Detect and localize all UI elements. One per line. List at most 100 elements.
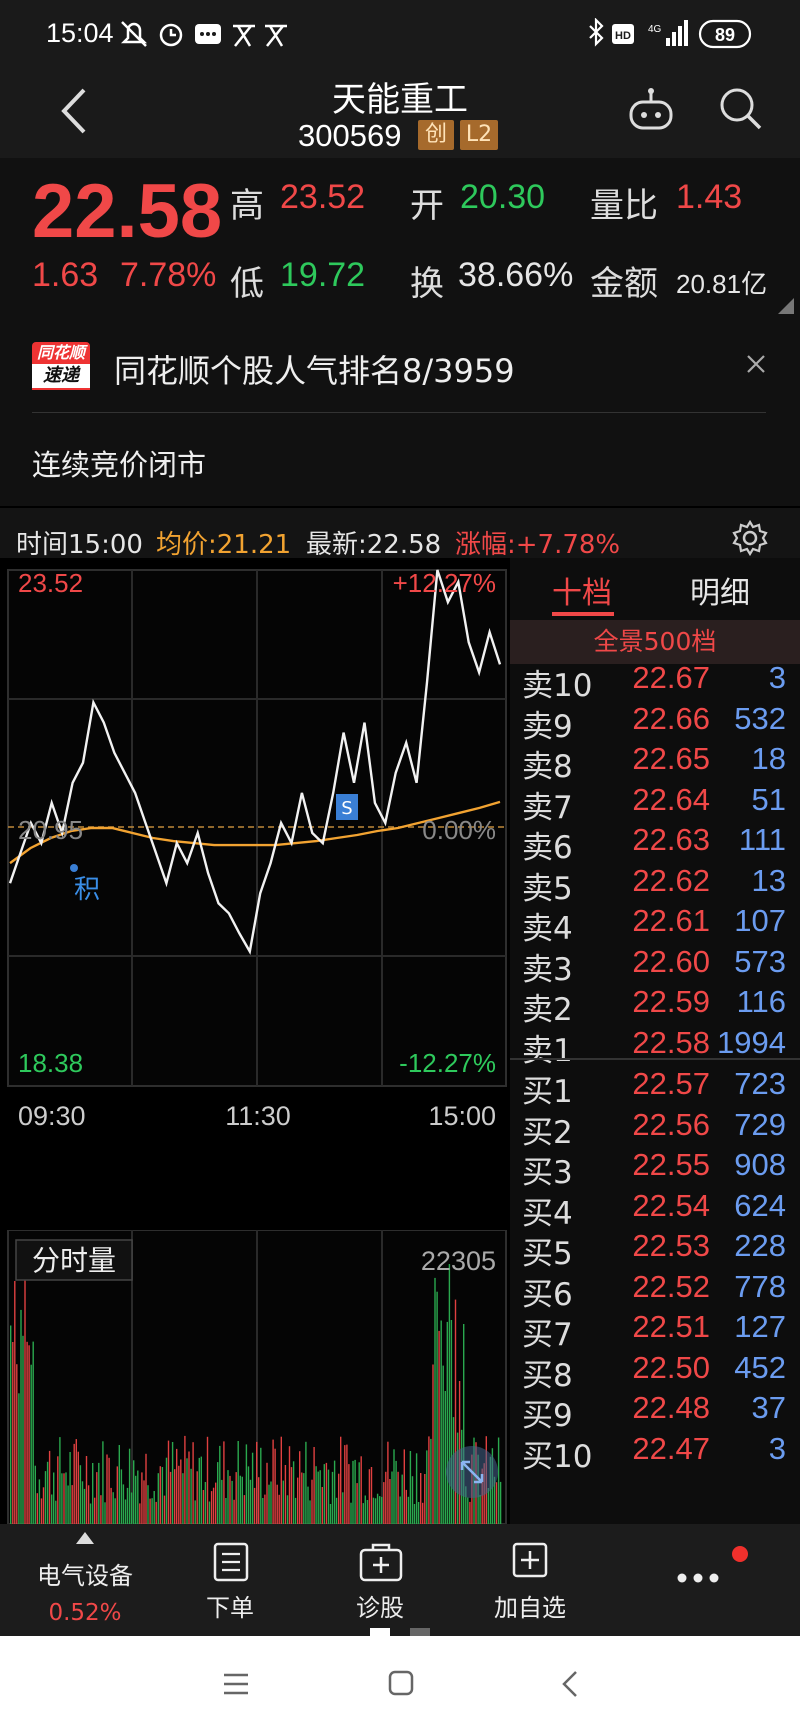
price-chart[interactable]: 23.52 20.95 18.38 +12.27% 0.00% -12.27% …	[0, 558, 510, 1126]
news-headline[interactable]: 同花顺个股人气排名8/3959	[114, 346, 515, 392]
volume-bar	[368, 1469, 371, 1524]
settings-gear-icon[interactable]	[732, 520, 768, 556]
ask-row[interactable]: 卖5 22.62 13	[510, 863, 800, 907]
volume-bar	[65, 1472, 67, 1524]
bid-row[interactable]: 买8 22.50 452	[510, 1350, 800, 1394]
bid-level-label: 买7	[522, 1317, 573, 1353]
volume-chart[interactable]: 分时量 22305	[0, 1230, 510, 1524]
volume-bar	[182, 1473, 184, 1524]
menu-icon[interactable]	[222, 1672, 250, 1696]
volume-bar	[186, 1458, 188, 1524]
order-label: 下单	[206, 1594, 254, 1622]
volume-bar	[20, 1309, 22, 1524]
sector-button[interactable]: 电气设备 0.52%	[0, 1524, 170, 1636]
bid-row[interactable]: 买6 22.52 778	[510, 1268, 800, 1313]
volume-bar	[36, 1493, 38, 1524]
search-icon[interactable]	[718, 86, 764, 132]
volume-bar	[348, 1464, 350, 1524]
volume-ratio-label: 量比	[590, 186, 658, 226]
volume-bar	[305, 1441, 307, 1524]
bid-row[interactable]: 买3 22.55 908	[510, 1147, 800, 1191]
info-avg: 均价:21.21	[156, 530, 292, 560]
volume-bar	[104, 1502, 106, 1524]
volume-bar	[487, 1488, 489, 1524]
accumulate-marker[interactable]: 积	[74, 875, 100, 905]
bid-row[interactable]: 买5 22.53 228	[510, 1228, 800, 1272]
home-icon[interactable]	[388, 1670, 414, 1696]
volume-bar	[282, 1480, 284, 1524]
ask-row[interactable]: 卖3 22.60 573	[510, 943, 800, 988]
bid-row[interactable]: 买1 22.57 723	[510, 1066, 800, 1110]
volume-bar	[32, 1341, 34, 1524]
volume-bar	[46, 1461, 49, 1524]
volume-bar	[356, 1483, 358, 1524]
ask-volume: 1994	[717, 1024, 786, 1060]
volume-bar	[163, 1495, 166, 1524]
volume-bar	[243, 1495, 246, 1524]
bid-price: 22.56	[632, 1106, 710, 1142]
tab-detail[interactable]: 明细	[690, 568, 750, 612]
volume-bar	[407, 1496, 410, 1524]
volume-bar	[374, 1498, 377, 1524]
ask-row[interactable]: 卖8 22.65 18	[510, 741, 800, 785]
expand-corner-icon[interactable]	[778, 298, 794, 314]
volume-bar	[344, 1445, 346, 1524]
volume-bar	[327, 1469, 330, 1524]
diagnose-button[interactable]: 诊股	[335, 1524, 425, 1636]
volume-bar	[137, 1470, 139, 1524]
ask-price: 22.67	[632, 660, 710, 695]
volume-bar	[42, 1487, 45, 1524]
order-button[interactable]: 下单	[185, 1524, 275, 1636]
sell-signal-label: S	[341, 798, 352, 819]
ask-row[interactable]: 卖2 22.59 116	[510, 984, 800, 1028]
volume-bar	[61, 1473, 63, 1524]
volume-bar	[370, 1467, 373, 1524]
bid-price: 22.47	[632, 1430, 710, 1466]
bid-row[interactable]: 买4 22.54 624	[510, 1188, 800, 1232]
bid-row[interactable]: 买10 22.47 3	[510, 1430, 800, 1475]
volume-bar	[358, 1462, 360, 1524]
robot-icon[interactable]	[628, 86, 674, 132]
bid-price: 22.52	[632, 1268, 710, 1304]
ask-volume: 107	[734, 903, 786, 938]
bid-row[interactable]: 买2 22.56 729	[510, 1106, 800, 1151]
ask-row[interactable]: 卖4 22.61 107	[510, 903, 800, 947]
volume-bar	[12, 1342, 14, 1524]
bid-level-label: 买6	[522, 1276, 573, 1313]
volume-bar	[290, 1467, 293, 1524]
ask-row[interactable]: 卖10 22.67 3	[510, 660, 800, 704]
volume-bar	[383, 1482, 385, 1524]
tab-ten-level[interactable]: 十档	[552, 568, 612, 612]
bid-row[interactable]: 买9 22.48 37	[510, 1390, 800, 1434]
sector-pct: 0.52%	[48, 1600, 122, 1626]
volume-bar	[114, 1498, 116, 1524]
volume-bar	[360, 1456, 362, 1524]
close-icon[interactable]	[746, 354, 766, 374]
ask-row[interactable]: 卖6 22.63 111	[510, 822, 800, 866]
volume-bar	[28, 1345, 30, 1524]
bid-row[interactable]: 买7 22.51 127	[510, 1309, 800, 1353]
volume-bar	[256, 1441, 258, 1524]
ask-row[interactable]: 卖9 22.66 532	[510, 701, 800, 745]
more-button[interactable]	[660, 1524, 760, 1636]
volume-bar	[210, 1491, 213, 1524]
bid-volume: 778	[734, 1268, 786, 1304]
volume-bar	[215, 1482, 217, 1524]
back-nav-icon[interactable]	[560, 1670, 580, 1698]
bid-level-label: 买10	[522, 1438, 593, 1475]
system-nav-bar	[0, 1636, 800, 1733]
volume-bar	[303, 1473, 305, 1524]
add-watchlist-button[interactable]: 加自选	[480, 1524, 580, 1636]
pct-mid-label: 0.00%	[422, 815, 496, 845]
volume-bar	[139, 1503, 141, 1524]
volume-bar	[405, 1489, 407, 1524]
turnover-value: 38.66%	[458, 256, 574, 294]
volume-bar	[55, 1500, 57, 1524]
volume-bar	[262, 1498, 264, 1524]
info-pct: 涨幅:+7.78%	[455, 530, 621, 560]
info-latest: 最新:22.58	[306, 530, 442, 560]
full-depth-button[interactable]: 全景500档	[510, 620, 800, 664]
volume-bar	[272, 1439, 274, 1524]
ask-price: 22.60	[632, 943, 710, 979]
ask-row[interactable]: 卖7 22.64 51	[510, 782, 800, 826]
